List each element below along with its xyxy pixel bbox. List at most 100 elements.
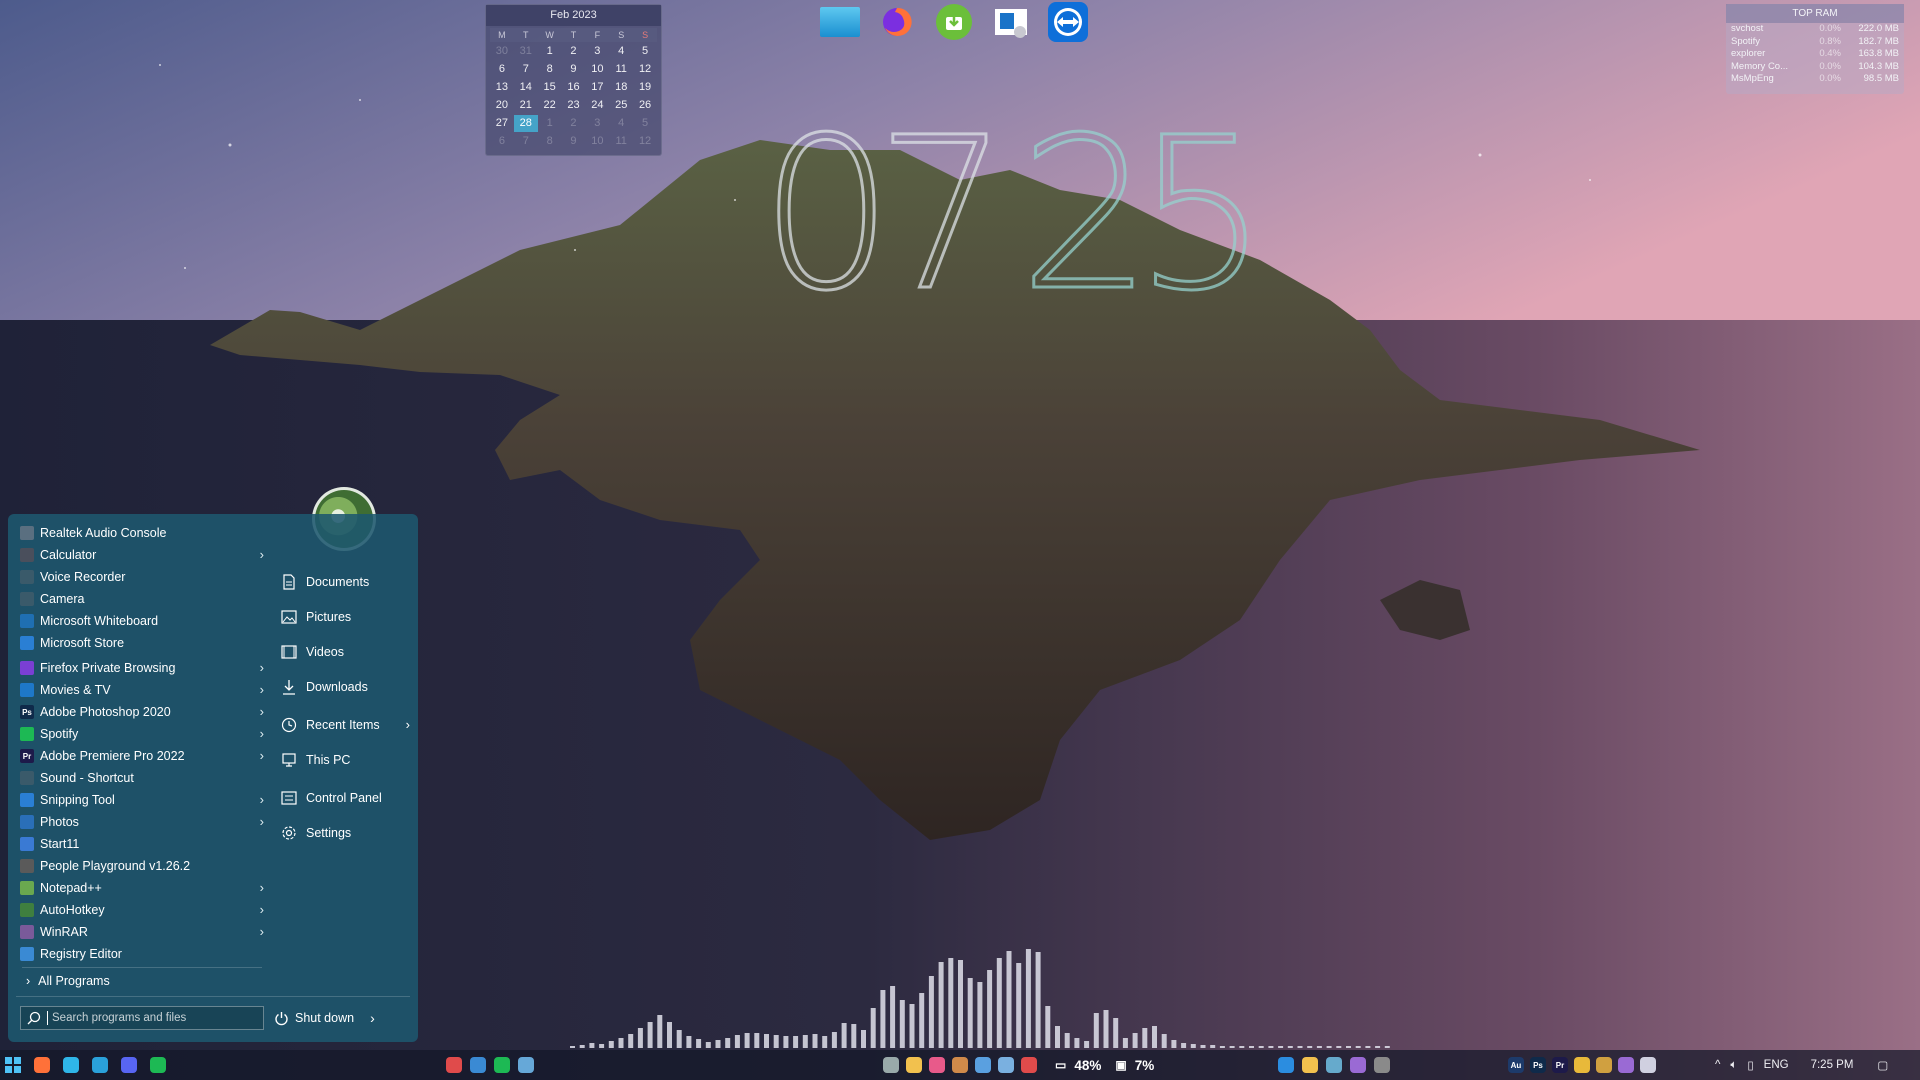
chevron-right-icon[interactable]: ›	[260, 880, 264, 895]
calendar-day-today[interactable]: 28	[513, 115, 538, 132]
place-settings[interactable]: Settings	[276, 815, 416, 850]
calendar-day[interactable]: 9	[562, 61, 586, 78]
grid-icon[interactable]	[1299, 1054, 1321, 1076]
photoshop-icon[interactable]: Ps	[1527, 1054, 1549, 1076]
search-input[interactable]: Search programs and files	[20, 1006, 264, 1030]
calendar-day[interactable]: 7	[514, 61, 538, 78]
calendar-day[interactable]: 8	[538, 133, 562, 150]
spotify-icon[interactable]	[491, 1054, 513, 1076]
calendar-day[interactable]: 2	[562, 43, 586, 60]
calendar-day[interactable]: 6	[490, 133, 514, 150]
program-item[interactable]: People Playground v1.26.2	[16, 855, 266, 877]
program-item[interactable]: Sound - Shortcut	[16, 767, 266, 789]
chevron-right-icon[interactable]: ›	[260, 726, 264, 741]
calendar-day[interactable]: 9	[562, 133, 586, 150]
program-item[interactable]: Notepad++ ›	[16, 877, 266, 899]
firefox-icon[interactable]	[877, 2, 917, 42]
calendar-day[interactable]: 8	[538, 61, 562, 78]
calendar-day[interactable]: 15	[538, 79, 562, 96]
calendar-day[interactable]: 10	[585, 133, 609, 150]
calendar-day[interactable]: 4	[609, 43, 633, 60]
calc-icon[interactable]	[880, 1054, 902, 1076]
volume-icon[interactable]: 🔈︎	[1730, 1059, 1737, 1072]
program-item[interactable]: WinRAR ›	[16, 921, 266, 943]
calendar-day[interactable]: 19	[633, 79, 657, 96]
program-item[interactable]: Movies & TV ›	[16, 679, 266, 701]
feather-icon[interactable]	[1615, 1054, 1637, 1076]
chevron-right-icon[interactable]: ›	[260, 814, 264, 829]
edge-icon[interactable]	[60, 1054, 82, 1076]
place-videos[interactable]: Videos	[276, 634, 416, 669]
calendar-day[interactable]: 16	[562, 79, 586, 96]
vscode-icon[interactable]	[1275, 1054, 1297, 1076]
chevron-right-icon[interactable]: ›	[370, 1010, 375, 1026]
discord-icon[interactable]	[118, 1054, 140, 1076]
teamviewer-icon[interactable]	[1048, 2, 1088, 42]
language-indicator[interactable]: ENG	[1764, 1059, 1789, 1071]
program-item[interactable]: Registry Editor	[16, 943, 266, 965]
program-item[interactable]: Microsoft Whiteboard	[16, 610, 266, 632]
chevron-right-icon[interactable]: ›	[260, 660, 264, 675]
program-item[interactable]: Start11	[16, 833, 266, 855]
program-item[interactable]: Realtek Audio Console	[16, 522, 266, 544]
calendar-day[interactable]: 11	[609, 61, 633, 78]
calendar-day[interactable]: 13	[490, 79, 514, 96]
calendar-day[interactable]: 18	[609, 79, 633, 96]
calendar-day[interactable]: 20	[490, 97, 514, 114]
remote-desktop-icon[interactable]	[991, 2, 1031, 42]
audition-icon[interactable]: Au	[1505, 1054, 1527, 1076]
window-icon[interactable]	[972, 1054, 994, 1076]
chevron-right-icon[interactable]: ›	[260, 682, 264, 697]
chevron-right-icon[interactable]: ›	[260, 924, 264, 939]
calendar-day[interactable]: 7	[514, 133, 538, 150]
telegram-icon[interactable]	[89, 1054, 111, 1076]
calendar-day[interactable]: 22	[538, 97, 562, 114]
calendar-day[interactable]: 17	[585, 79, 609, 96]
chrome-icon[interactable]	[1571, 1054, 1593, 1076]
program-item[interactable]: Ps Adobe Photoshop 2020 ›	[16, 701, 266, 723]
battery-icon[interactable]: ▯	[1747, 1058, 1753, 1072]
program-item[interactable]: Camera	[16, 588, 266, 610]
place-this-pc[interactable]: This PC	[276, 742, 416, 777]
calendar-day[interactable]: 21	[514, 97, 538, 114]
program-item[interactable]: Microsoft Store	[16, 632, 266, 654]
program-item[interactable]: Photos ›	[16, 811, 266, 833]
pen-icon[interactable]	[1593, 1054, 1615, 1076]
taskbar-clock[interactable]: 7:25 PM	[1811, 1059, 1854, 1071]
chevron-right-icon[interactable]: ›	[406, 717, 410, 732]
chevron-up-icon[interactable]: ^	[1715, 1059, 1720, 1071]
chevron-right-icon[interactable]: ›	[260, 792, 264, 807]
git-icon[interactable]	[1323, 1054, 1345, 1076]
calendar-day[interactable]: 6	[490, 61, 514, 78]
calendar-day[interactable]: 27	[490, 115, 514, 132]
start-icon[interactable]	[2, 1054, 24, 1076]
calendar-day[interactable]: 1	[538, 43, 562, 60]
firefox-icon[interactable]	[31, 1054, 53, 1076]
place-documents[interactable]: Documents	[276, 564, 416, 599]
chevron-right-icon[interactable]: ›	[260, 704, 264, 719]
calendar-day[interactable]: 24	[585, 97, 609, 114]
calendar-day[interactable]: 4	[609, 115, 633, 132]
shutdown-button[interactable]: Shut down ›	[274, 1006, 375, 1030]
calendar-day[interactable]: 1	[538, 115, 562, 132]
desktop-icon[interactable]	[820, 7, 860, 37]
notification-icon[interactable]: ▢	[1877, 1058, 1888, 1072]
calendar-day[interactable]: 25	[609, 97, 633, 114]
paint-icon[interactable]	[926, 1054, 948, 1076]
window2-icon[interactable]	[995, 1054, 1017, 1076]
calendar-day[interactable]: 12	[633, 133, 657, 150]
tool-icon[interactable]	[949, 1054, 971, 1076]
calendar-day[interactable]: 11	[609, 133, 633, 150]
program-item[interactable]: Snipping Tool ›	[16, 789, 266, 811]
program-item[interactable]: Spotify ›	[16, 723, 266, 745]
calendar-day[interactable]: 5	[633, 115, 657, 132]
tray-app-icon[interactable]	[1637, 1054, 1659, 1076]
place-recent-items[interactable]: Recent Items ›	[276, 707, 416, 742]
calendar-day[interactable]: 26	[633, 97, 657, 114]
snip-icon[interactable]	[467, 1054, 489, 1076]
program-item[interactable]: AutoHotkey ›	[16, 899, 266, 921]
chevron-right-icon[interactable]: ›	[260, 547, 264, 562]
calendar-day[interactable]: 5	[633, 43, 657, 60]
calendar-day[interactable]: 30	[490, 43, 514, 60]
chevron-right-icon[interactable]: ›	[260, 902, 264, 917]
